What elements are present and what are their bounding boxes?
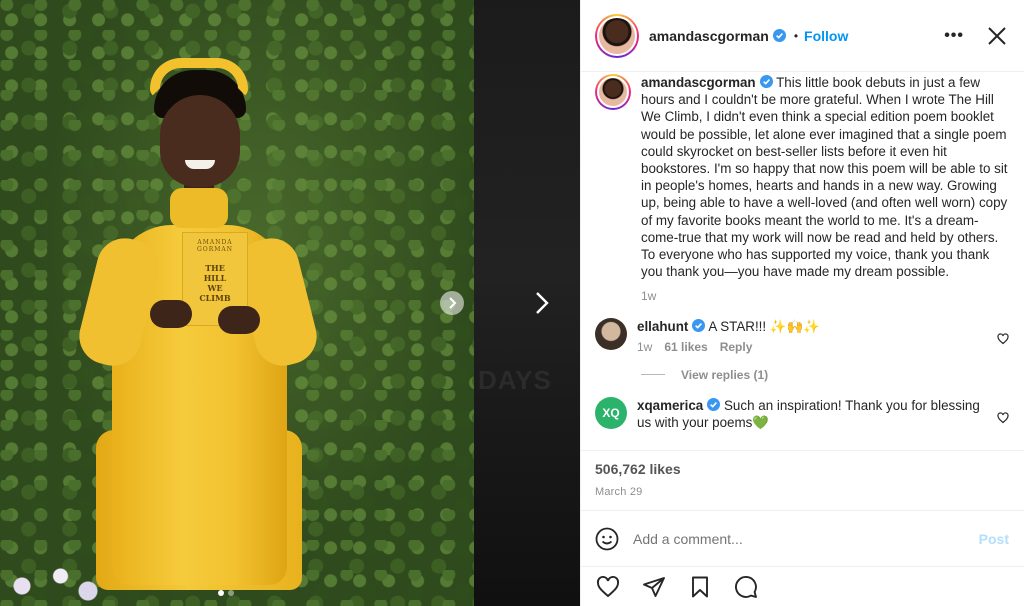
verified-badge-icon xyxy=(772,29,786,42)
comments-list[interactable]: amandascgorman This little book debuts i… xyxy=(581,72,1024,450)
caption-text: amandascgorman This little book debuts i… xyxy=(641,74,1009,280)
book-author: AMANDA GORMAN xyxy=(197,239,233,253)
post-date[interactable]: March 29 xyxy=(595,486,1009,498)
comment-meta: 1w 61 likes Reply xyxy=(637,340,985,354)
caption-username[interactable]: amandascgorman xyxy=(641,75,756,90)
author-avatar[interactable] xyxy=(595,13,639,58)
caption-time[interactable]: 1w xyxy=(641,289,1009,303)
next-post-preview xyxy=(474,0,580,606)
caption-avatar[interactable] xyxy=(595,74,631,110)
view-replies-label: View replies (1) xyxy=(681,367,769,382)
comment-username[interactable]: xqamerica xyxy=(637,398,703,413)
commenter-avatar[interactable]: XQ xyxy=(595,396,627,429)
post-side-panel: amandascgorman • Follow ••• amandascgorm… xyxy=(580,0,1024,606)
post-photo: AMANDA GORMAN THE HILL WE CLIMB xyxy=(0,0,474,606)
verified-badge-icon xyxy=(759,75,773,88)
divider-line xyxy=(641,374,665,376)
comment-time[interactable]: 1w xyxy=(637,340,652,354)
comment-username[interactable]: ellahunt xyxy=(637,319,688,334)
verified-badge-icon xyxy=(692,319,706,333)
white-flowers xyxy=(0,556,110,606)
left-hand xyxy=(150,300,192,328)
dress-collar xyxy=(170,188,228,228)
add-comment-bar: Post xyxy=(581,510,1024,566)
follow-button[interactable]: Follow xyxy=(804,28,848,44)
separator-dot: • xyxy=(793,28,799,43)
comment-item: XQ xqamerica Such an inspiration! Thank … xyxy=(595,396,1009,431)
background-text: DAYS xyxy=(478,365,552,395)
author-username[interactable]: amandascgorman xyxy=(649,28,769,44)
heart-icon[interactable] xyxy=(997,411,1009,423)
more-icon[interactable]: ••• xyxy=(944,27,964,45)
caption-body: This little book debuts in just a few ho… xyxy=(641,75,1008,280)
verified-badge-icon xyxy=(707,397,721,411)
comment-item: ellahunt A STAR!!! ✨🙌✨ 1w 61 likes Reply xyxy=(595,318,1009,354)
likes-count[interactable]: 506,762 likes xyxy=(595,461,1009,477)
bookmark-icon[interactable] xyxy=(687,574,713,600)
yellow-headband xyxy=(150,58,248,98)
book-title: THE HILL WE CLIMB xyxy=(199,263,231,303)
next-post-button[interactable] xyxy=(529,290,555,316)
comment-input[interactable] xyxy=(633,530,979,547)
carousel-next-button[interactable] xyxy=(440,291,464,315)
right-hand xyxy=(218,306,260,334)
close-icon[interactable] xyxy=(986,25,1008,47)
emoji-icon[interactable] xyxy=(595,527,619,551)
action-bar xyxy=(581,566,1024,606)
comment-icon[interactable] xyxy=(733,574,759,600)
post-comment-button[interactable]: Post xyxy=(979,531,1009,547)
comment-text: ellahunt A STAR!!! ✨🙌✨ xyxy=(637,318,985,335)
commenter-avatar[interactable] xyxy=(595,318,627,351)
comment-text: xqamerica Such an inspiration! Thank you… xyxy=(637,397,985,431)
chevron-right-icon xyxy=(449,297,457,309)
smile xyxy=(185,160,215,169)
heart-icon[interactable] xyxy=(997,332,1009,345)
post-stats: 506,762 likes March 29 xyxy=(581,450,1024,510)
comment-body: A STAR!!! ✨🙌✨ xyxy=(708,319,820,335)
chevron-right-icon xyxy=(536,292,549,314)
heart-icon[interactable] xyxy=(595,574,621,600)
carousel-dot-active xyxy=(218,590,224,596)
post-media: AMANDA GORMAN THE HILL WE CLIMB DAYS xyxy=(0,0,580,606)
post-caption: amandascgorman This little book debuts i… xyxy=(595,72,1009,303)
face xyxy=(160,95,240,187)
view-replies-button[interactable]: View replies (1) xyxy=(641,368,1009,382)
comment-likes[interactable]: 61 likes xyxy=(664,340,707,354)
share-icon[interactable] xyxy=(641,574,667,600)
reply-button[interactable]: Reply xyxy=(720,340,753,354)
carousel-dot xyxy=(228,590,234,596)
post-header: amandascgorman • Follow ••• xyxy=(581,0,1024,72)
carousel-dots xyxy=(218,590,234,596)
